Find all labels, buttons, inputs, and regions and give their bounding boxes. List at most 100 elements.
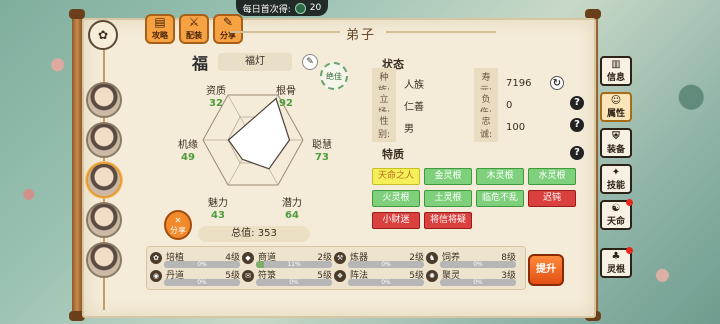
loyalty-help-icon[interactable]: ? (570, 118, 584, 132)
skill-progress-text: 0% (289, 279, 299, 286)
tab-loadout[interactable]: ⚔ 配装 (179, 14, 209, 44)
skill-progress-bar: 0% (256, 279, 332, 286)
rename-pen-icon[interactable]: ✎ (302, 54, 319, 70)
traits-help-icon[interactable]: ? (570, 146, 584, 160)
share-icon: ✕ (174, 216, 182, 225)
share-icon: ✎ (222, 15, 234, 29)
stat-potential: 潜力 64 (282, 198, 302, 221)
skill-icon: ◆ (242, 252, 254, 264)
skill-row: ✺ 聚灵 3级 0% (426, 268, 516, 288)
share-button[interactable]: ✕ 分享 (164, 210, 192, 240)
trait-chip[interactable]: 火灵根 (372, 190, 420, 207)
skill-row: ♞ 饲养 8级 0% (426, 250, 516, 270)
sidetab-equipment[interactable]: ⛨ 装备 (600, 128, 632, 158)
sidetab-info[interactable]: ▥ 信息 (600, 56, 632, 86)
skill-progress-bar: 0% (440, 279, 516, 286)
skill-icon: ✺ (426, 270, 438, 282)
skill-progress-bar: 0% (348, 279, 424, 286)
tab-share[interactable]: ✎ 分享 (213, 14, 243, 44)
trait-chip[interactable]: 水灵根 (528, 168, 576, 185)
page-title: 弟子 (346, 28, 377, 43)
skill-row: ✿ 培植 4级 0% (150, 250, 240, 270)
skill-row: ❖ 阵法 5级 0% (334, 268, 424, 288)
skill-row: ◉ 丹道 5级 0% (150, 268, 240, 288)
equip-icon: ⚔ (188, 15, 200, 29)
skill-progress-text: 0% (197, 279, 207, 286)
skill-progress-bar: 0% (440, 261, 516, 268)
sidetab-skills[interactable]: ✦ 技能 (600, 164, 632, 194)
title-divider (386, 31, 496, 33)
trait-chip[interactable]: 小财迷 (372, 212, 420, 229)
figure-icon: ☺ (610, 95, 622, 106)
trait-chip[interactable]: 迟钝 (528, 190, 576, 207)
trait-chip[interactable]: 临危不乱 (476, 190, 524, 207)
trait-chip[interactable]: 木灵根 (476, 168, 524, 185)
field-loyalty: 忠诚: 100 (474, 112, 525, 142)
sidetab-attributes[interactable]: ☺ 属性 (600, 92, 632, 122)
stat-wisdom: 聪慧 73 (312, 140, 332, 163)
skill-icon: ♞ (426, 252, 438, 264)
scroll-rod-left (69, 9, 85, 321)
sidetab-destiny[interactable]: ☯ 天命 (600, 199, 633, 230)
skill-row: ⚒ 炼器 2级 0% (334, 250, 424, 270)
disciple-avatar[interactable] (86, 122, 122, 158)
lifespan-info-icon[interactable]: ↻ (550, 76, 564, 90)
field-gender: 性别: 男 (372, 112, 414, 142)
root-icon: ♣ (611, 251, 621, 262)
skill-progress-text: 0% (473, 279, 483, 286)
tab-guide[interactable]: ▤ 攻略 (145, 14, 175, 44)
character-name: 福灯 (218, 53, 293, 71)
skill-progress-text: 0% (197, 261, 207, 268)
skill-icon: ❖ (334, 270, 346, 282)
trait-chip[interactable]: 土灵根 (424, 190, 472, 207)
top-tab-bar: ▤ 攻略 ⚔ 配装 ✎ 分享 (145, 14, 243, 44)
skill-progress-fill (256, 261, 265, 268)
daily-reward-amount: 20 (309, 3, 322, 13)
stat-bone: 根骨 92 (276, 86, 296, 109)
trait-chip[interactable]: 金灵根 (424, 168, 472, 185)
trait-chip[interactable]: 天命之人 (372, 168, 420, 185)
skill-progress-bar: 0% (164, 279, 240, 286)
spirit-stone-icon (294, 2, 306, 14)
skill-row: ✉ 符箓 5级 0% (242, 268, 332, 288)
disciple-avatar-selected[interactable] (86, 162, 122, 198)
disciple-avatar[interactable] (86, 242, 122, 278)
skill-icon: ◉ (150, 270, 162, 282)
fate-icon: ☯ (611, 203, 621, 214)
stat-fortune: 机缘 49 (178, 140, 198, 163)
skill-progress-bar: 0% (348, 261, 424, 268)
trait-chip[interactable]: 将信将疑 (424, 212, 472, 229)
title-divider (230, 31, 340, 33)
injury-help-icon[interactable]: ? (570, 96, 584, 110)
skill-progress-text: 0% (473, 261, 483, 268)
scroll-icon: ▥ (611, 59, 621, 70)
daily-reward-banner: 每日首次得: 20 (236, 0, 328, 16)
character-seal: 福 (192, 54, 209, 73)
notification-dot (626, 247, 633, 254)
skill-icon: ✉ (242, 270, 254, 282)
disciple-avatar[interactable] (86, 202, 122, 238)
skill-icon: ✦ (611, 167, 621, 178)
skill-progress-bar: 11% (256, 261, 332, 268)
armor-icon: ⛨ (612, 131, 620, 142)
daily-reward-label: 每日首次得: (242, 4, 291, 15)
stat-aptitude: 资质 32 (206, 86, 226, 109)
rank-badge[interactable]: 绝佳 (320, 62, 348, 90)
skill-progress-text: 0% (381, 279, 391, 286)
skill-row: ◆ 商道 2级 11% (242, 250, 332, 270)
stat-charm: 魅力 43 (208, 198, 228, 221)
character-name-row: 福 福灯 ✎ (192, 50, 319, 74)
sidetab-spirit-root[interactable]: ♣ 灵根 (600, 247, 633, 278)
skill-icon: ⚒ (334, 252, 346, 264)
skill-progress-text: 11% (287, 261, 301, 268)
skill-progress-text: 0% (381, 261, 391, 268)
skill-icon: ✿ (150, 252, 162, 264)
skill-progress-bar: 0% (164, 261, 240, 268)
notification-dot (626, 199, 633, 206)
book-icon: ▤ (154, 15, 166, 29)
stat-total: 总值: 353 (198, 226, 310, 242)
disciple-avatar[interactable] (86, 82, 122, 118)
traits-heading: 特质 (382, 148, 404, 161)
upgrade-button[interactable]: 提升 (528, 254, 564, 286)
close-knot-icon[interactable]: ✿ (88, 20, 118, 50)
